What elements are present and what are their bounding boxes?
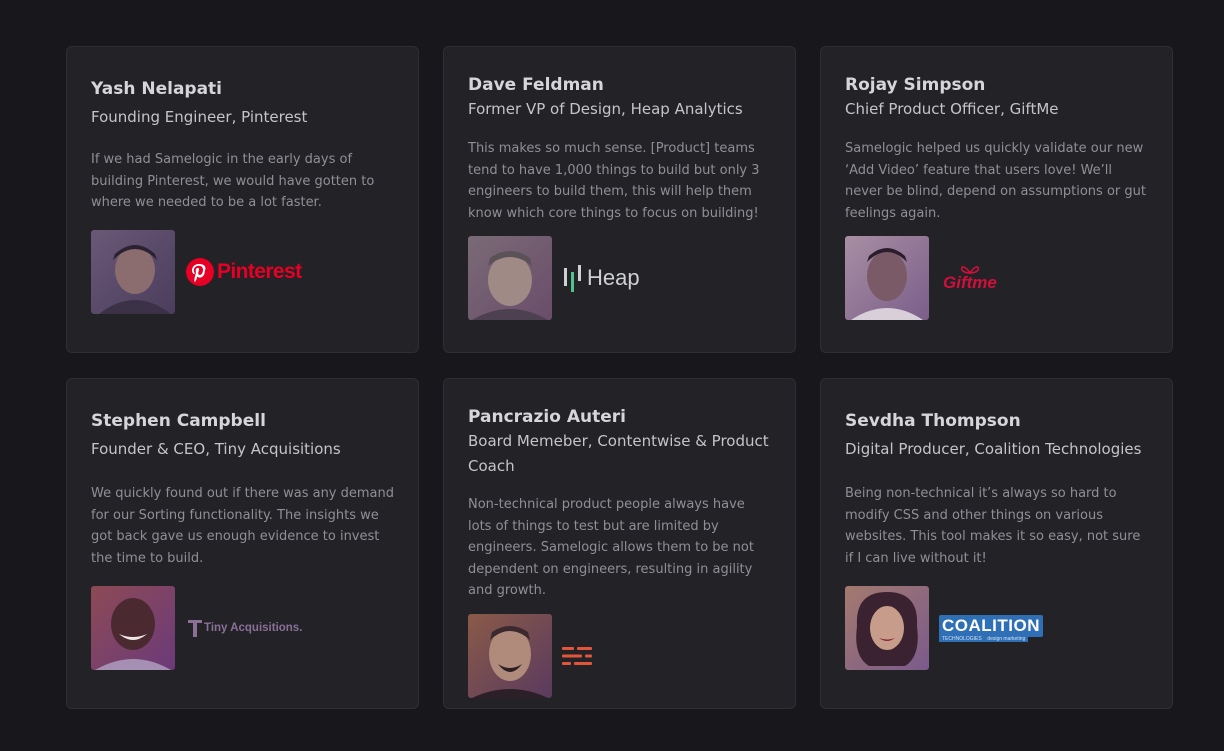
- person-name: Dave Feldman: [468, 75, 604, 95]
- avatar: [91, 586, 175, 670]
- testimonial-quote: Non-technical product people always have…: [468, 497, 754, 598]
- contentwise-icon: [562, 646, 592, 665]
- logo-subtext: TECHNOLOGIES design marketing: [939, 635, 1029, 642]
- testimonial-card: Rojay Simpson Chief Product Officer, Gif…: [820, 46, 1173, 353]
- person-role: Founding Engineer, Pinterest: [91, 108, 308, 126]
- testimonial-card: Sevdha Thompson Digital Producer, Coalit…: [820, 378, 1173, 709]
- testimonial-quote: If we had Samelogic in the early days of…: [91, 152, 375, 210]
- testimonial-card: Yash Nelapati Founding Engineer, Pintere…: [66, 46, 419, 353]
- avatar: [845, 586, 929, 670]
- testimonial-quote: Samelogic helped us quickly validate our…: [845, 141, 1146, 221]
- company-logo: COALITION TECHNOLOGIES design marketing: [939, 614, 1043, 642]
- heap-icon: [564, 265, 581, 292]
- testimonial-card: Pancrazio Auteri Board Memeber, Contentw…: [443, 378, 796, 709]
- logo-text: Tiny Acquisitions.: [204, 622, 303, 634]
- testimonial-quote: We quickly found out if there was any de…: [91, 486, 395, 566]
- card-footer: Heap: [468, 236, 771, 320]
- person-name: Sevdha Thompson: [845, 411, 1021, 431]
- company-logo: Heap: [562, 263, 640, 293]
- testimonial-card: Stephen Campbell Founder & CEO, Tiny Acq…: [66, 378, 419, 709]
- pinterest-icon: [186, 257, 214, 286]
- person-role: Chief Product Officer, GiftMe: [845, 100, 1059, 118]
- person-role: Former VP of Design, Heap Analytics: [468, 100, 743, 118]
- person-role: Board Memeber, Contentwise & Product Coa…: [468, 432, 769, 475]
- avatar: [468, 236, 552, 320]
- logo-text: Pinterest: [217, 259, 302, 283]
- person-role: Founder & CEO, Tiny Acquisitions: [91, 440, 341, 458]
- card-footer: Giftme: [845, 236, 1148, 320]
- avatar: [845, 236, 929, 320]
- testimonials-grid: Yash Nelapati Founding Engineer, Pintere…: [66, 46, 1173, 709]
- avatar: [468, 613, 552, 698]
- logo-text: Heap: [587, 265, 640, 290]
- person-role: Digital Producer, Coalition Technologies: [845, 440, 1142, 458]
- card-footer: COALITION TECHNOLOGIES design marketing: [845, 586, 1148, 670]
- company-logo: Tiny Acquisitions.: [187, 618, 302, 638]
- company-logo: Giftme: [943, 263, 997, 293]
- person-name: Yash Nelapati: [91, 79, 223, 99]
- card-footer: Pinterest: [91, 229, 394, 314]
- testimonial-card: Dave Feldman Former VP of Design, Heap A…: [443, 46, 796, 353]
- tiny-acquisitions-icon: [188, 620, 202, 637]
- card-footer: Tiny Acquisitions.: [91, 586, 394, 670]
- testimonial-quote: This makes so much sense. [Product] team…: [468, 141, 760, 221]
- company-logo: Pinterest: [185, 257, 302, 287]
- company-logo: [562, 646, 592, 666]
- person-name: Pancrazio Auteri: [468, 407, 626, 427]
- avatar: [91, 229, 175, 314]
- person-name: Rojay Simpson: [845, 75, 986, 95]
- testimonial-quote: Being non-technical it’s always so hard …: [845, 486, 1141, 566]
- person-name: Stephen Campbell: [91, 411, 266, 431]
- logo-text: COALITION: [939, 614, 1043, 637]
- logo-text: Giftme: [943, 273, 997, 292]
- card-footer: [468, 613, 771, 698]
